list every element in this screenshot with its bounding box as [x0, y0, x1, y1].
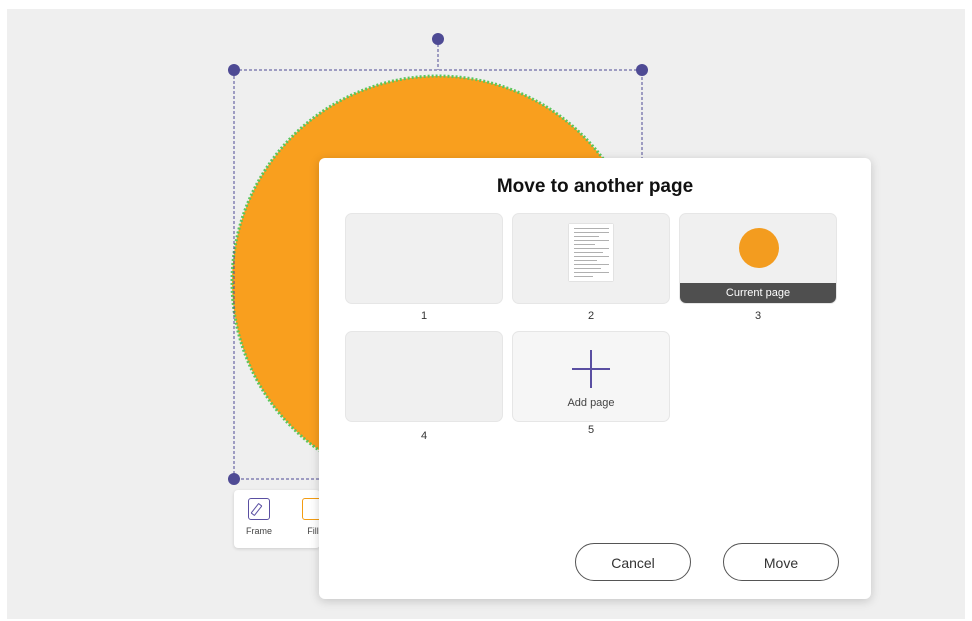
page-number-4: 4	[420, 430, 428, 442]
page-thumbnail-1[interactable]	[345, 213, 503, 304]
plus-icon	[572, 350, 610, 388]
page-thumbnail-4[interactable]	[345, 331, 503, 422]
add-page-button[interactable]: Add page	[512, 331, 670, 422]
rotate-handle[interactable]	[432, 33, 444, 45]
page-number-5: 5	[587, 424, 595, 436]
page-thumbnail-2[interactable]	[512, 213, 670, 304]
document-preview-icon	[569, 224, 613, 281]
shape-toolbar: Frame Fill	[234, 490, 324, 548]
frame-tool-label: Frame	[245, 526, 272, 536]
circle-preview-icon	[739, 228, 779, 268]
page-thumbnail-3: Current page	[679, 213, 837, 304]
frame-tool[interactable]: Frame	[244, 498, 274, 536]
page-number-2: 2	[587, 310, 595, 322]
cancel-button[interactable]: Cancel	[575, 543, 691, 581]
add-page-label: Add page	[567, 397, 615, 409]
frame-pen-icon	[248, 498, 270, 520]
page-number-1: 1	[420, 310, 428, 322]
resize-handle-top-right[interactable]	[636, 64, 648, 76]
page-number-3: 3	[754, 310, 762, 322]
current-page-badge: Current page	[680, 283, 836, 303]
move-button[interactable]: Move	[723, 543, 839, 581]
resize-handle-top-left[interactable]	[228, 64, 240, 76]
dialog-title: Move to another page	[496, 176, 694, 197]
move-page-dialog: Move to another page 1 2 Current page 3 …	[319, 158, 871, 599]
resize-handle-bottom-left[interactable]	[228, 473, 240, 485]
